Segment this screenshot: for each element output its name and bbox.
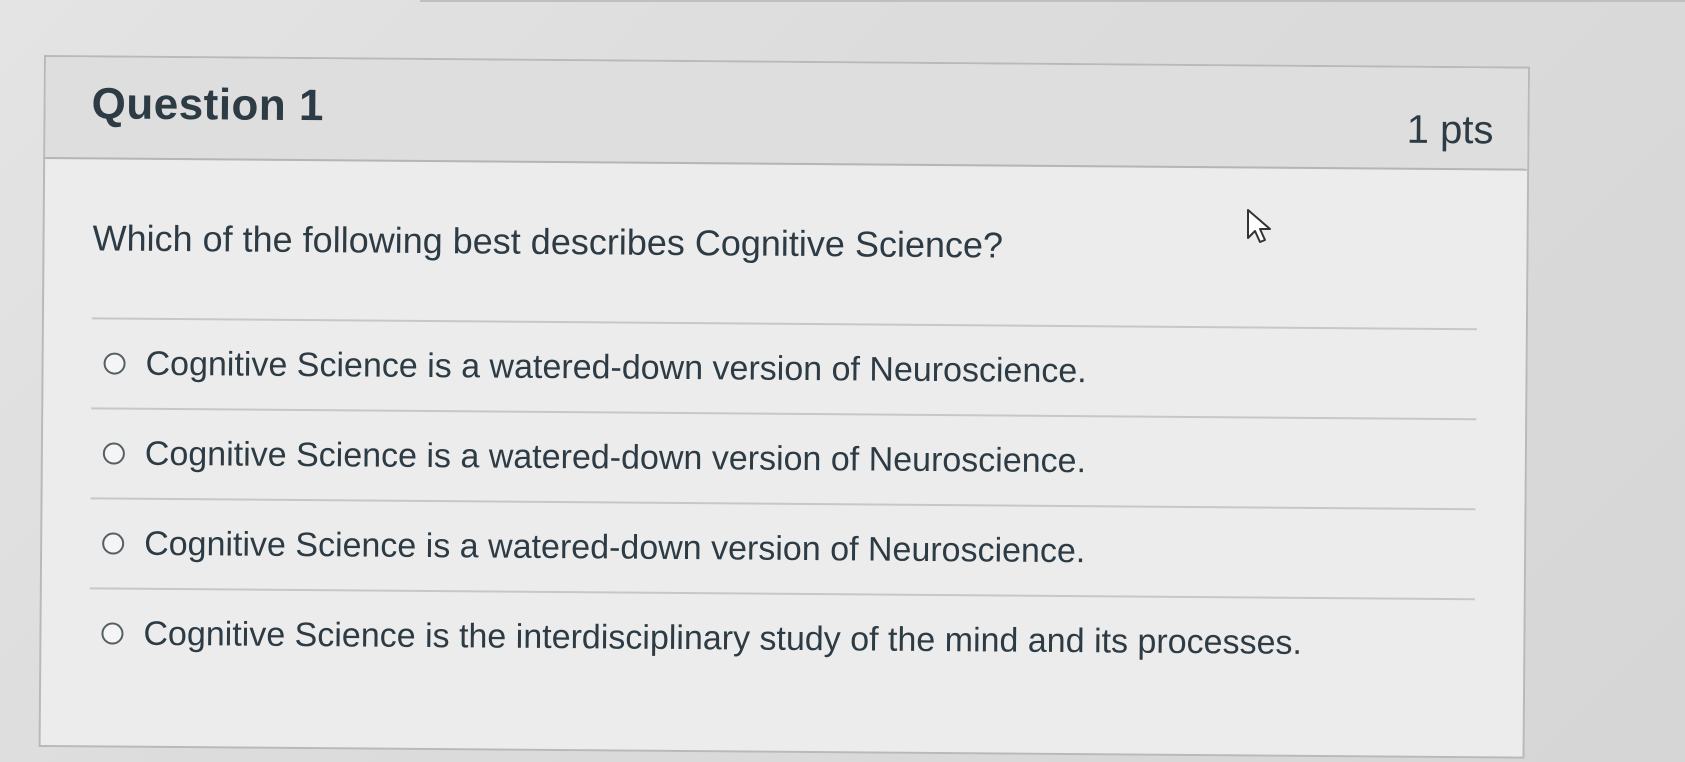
top-divider xyxy=(420,0,1685,2)
radio-button-icon[interactable] xyxy=(102,442,125,465)
question-text: Which of the following best describes Co… xyxy=(92,217,1004,266)
question-points: 1 pts xyxy=(1406,107,1494,153)
answer-list: Cognitive Science is a watered-down vers… xyxy=(89,317,1477,689)
answer-option-4[interactable]: Cognitive Science is the interdisciplina… xyxy=(89,587,1475,689)
answer-label[interactable]: Cognitive Science is a watered-down vers… xyxy=(145,344,1086,390)
answer-label[interactable]: Cognitive Science is a watered-down vers… xyxy=(144,524,1085,570)
question-title: Question 1 xyxy=(91,79,325,131)
answer-option-3[interactable]: Cognitive Science is a watered-down vers… xyxy=(89,497,1476,599)
radio-button-icon[interactable] xyxy=(103,352,126,375)
answer-option-1[interactable]: Cognitive Science is a watered-down vers… xyxy=(91,317,1477,419)
radio-button-icon[interactable] xyxy=(102,532,125,555)
answer-label[interactable]: Cognitive Science is the interdisciplina… xyxy=(143,614,1302,662)
radio-button-icon[interactable] xyxy=(101,622,124,645)
question-card: Question 1 1 pts Which of the following … xyxy=(38,55,1530,759)
answer-label[interactable]: Cognitive Science is a watered-down vers… xyxy=(145,434,1086,480)
question-header: Question 1 1 pts xyxy=(45,57,1528,171)
answer-option-2[interactable]: Cognitive Science is a watered-down vers… xyxy=(90,407,1477,509)
mouse-pointer-icon xyxy=(1247,209,1271,243)
